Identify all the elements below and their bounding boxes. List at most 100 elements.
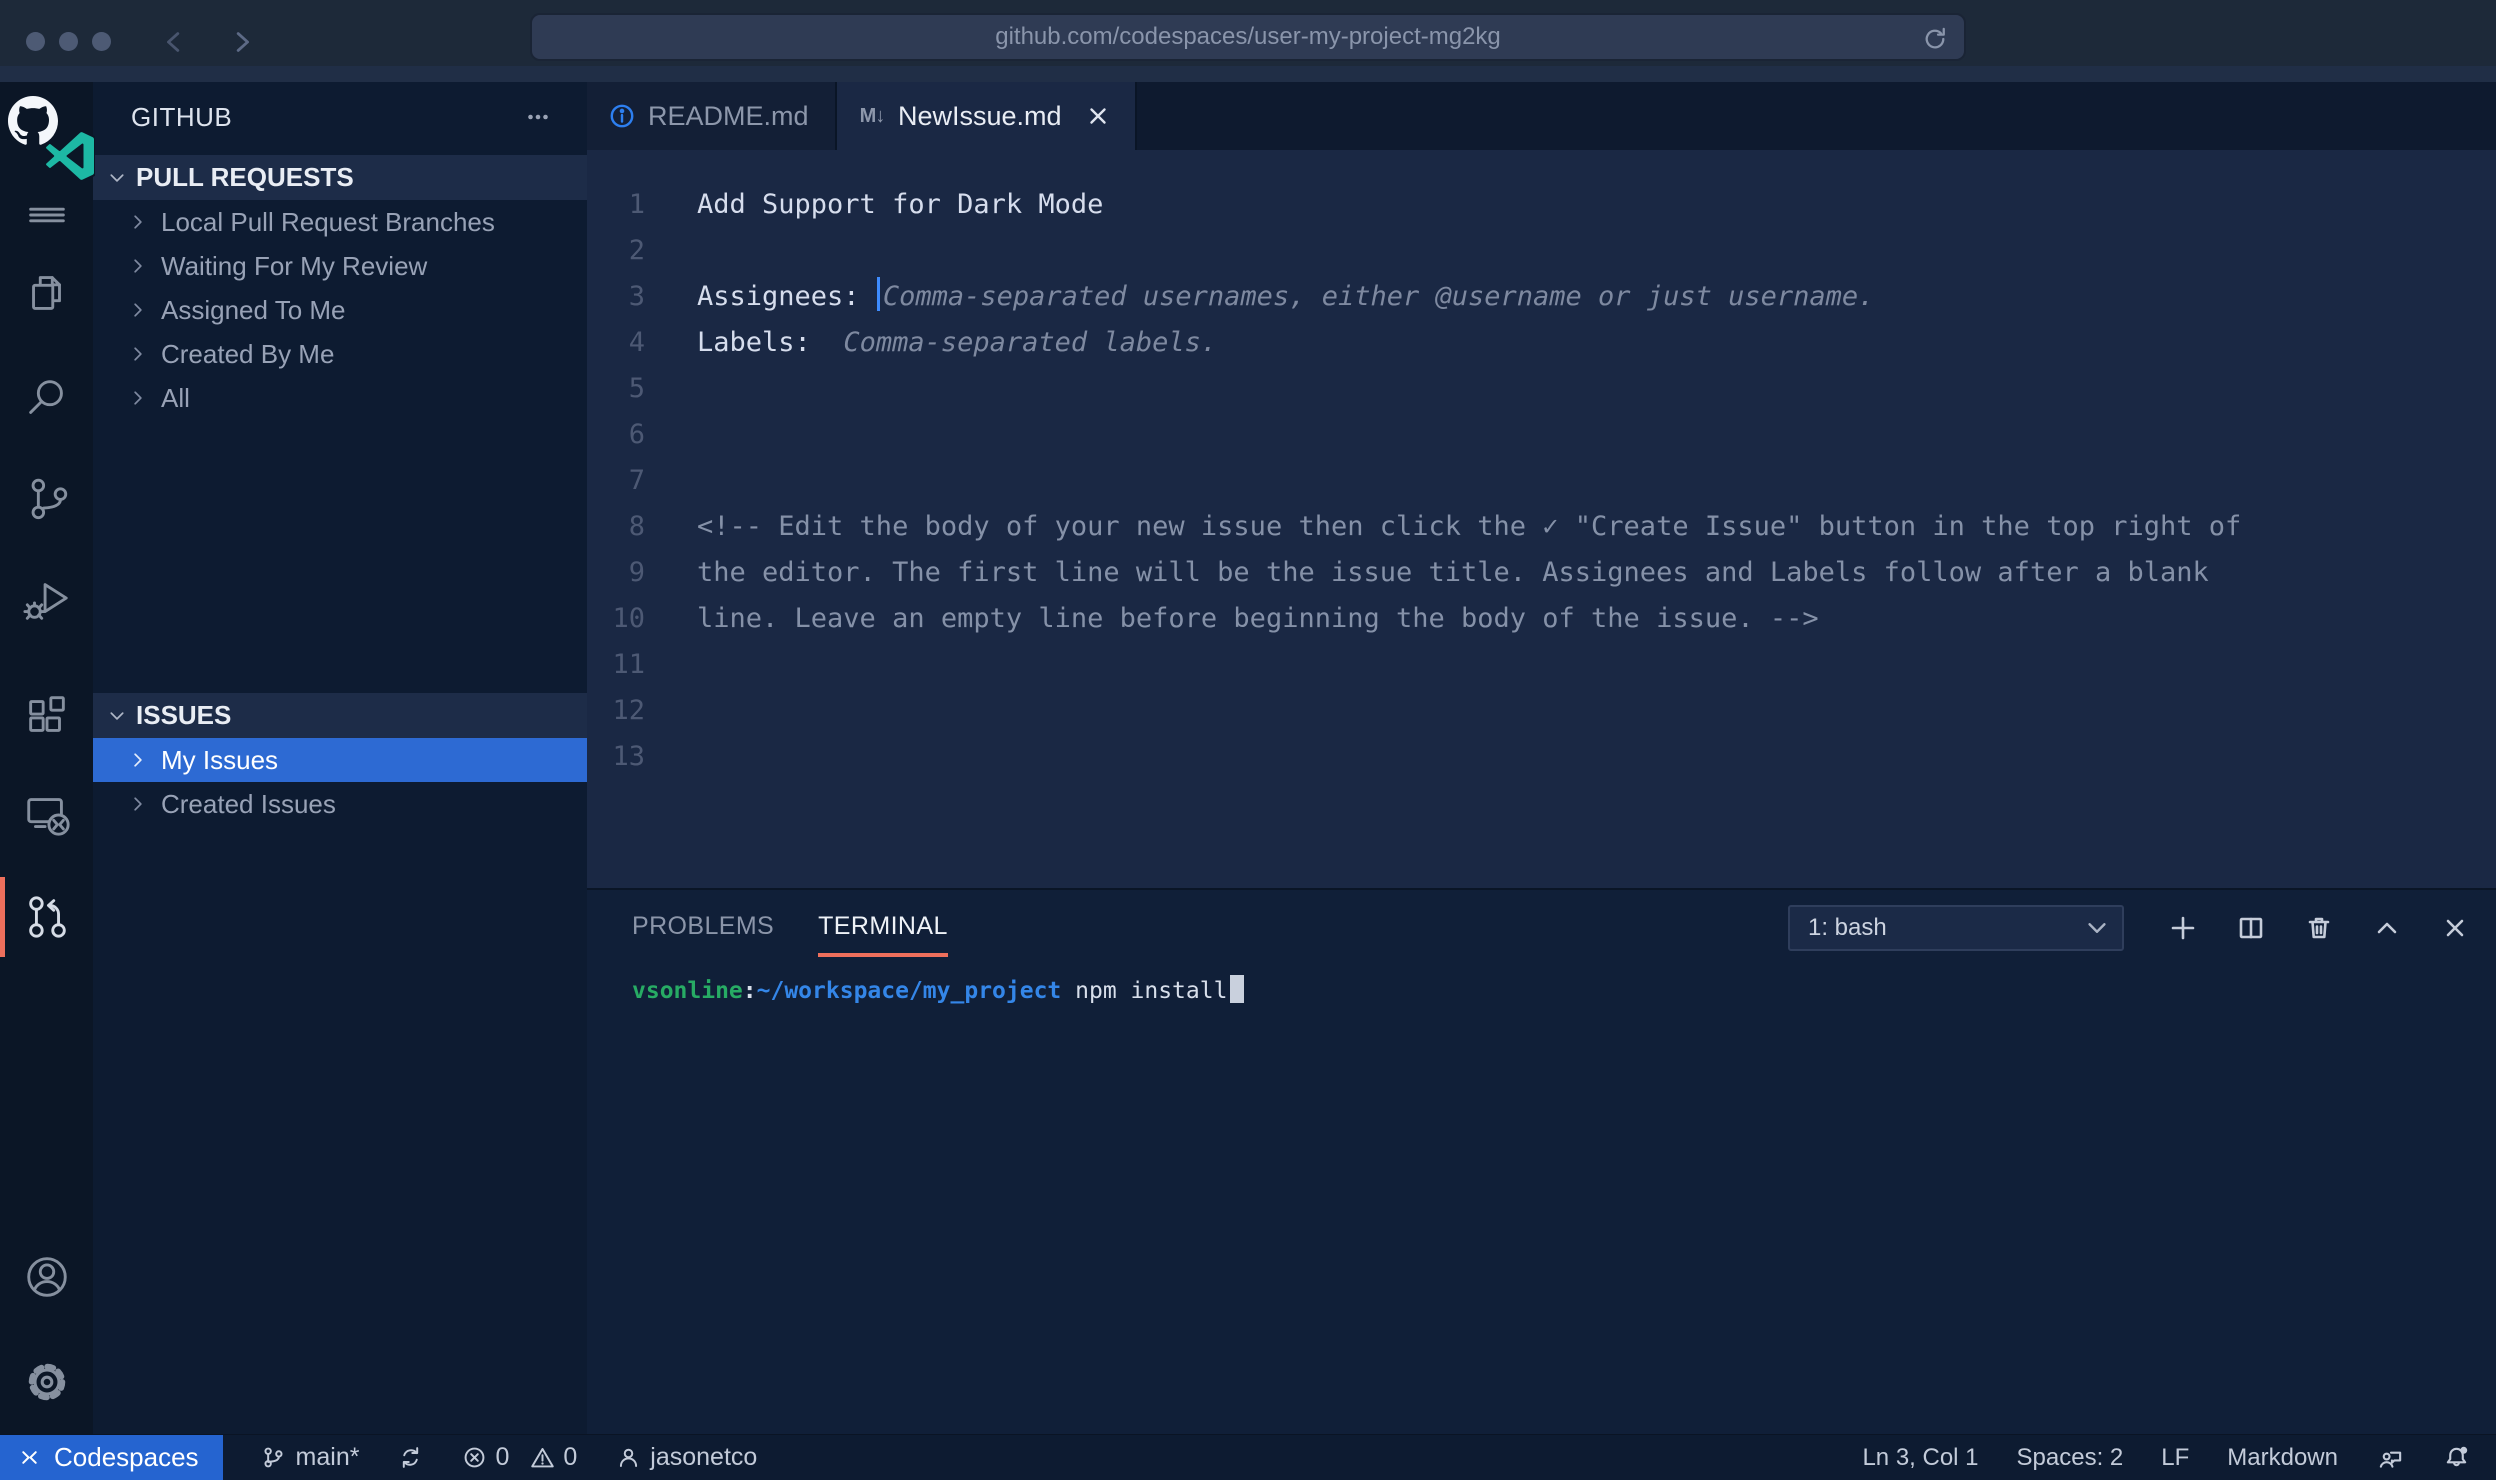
terminal-shell-select[interactable]: 1: bash	[1788, 905, 2124, 951]
editor-line-4[interactable]: 4Labels: Comma-separated labels.	[587, 320, 2496, 366]
editor-line-11[interactable]: 11	[587, 642, 2496, 688]
activity-explorer[interactable]	[0, 248, 93, 338]
activity-extensions[interactable]	[0, 670, 93, 760]
problems-status[interactable]: 0 0	[461, 1443, 577, 1472]
chevron-right-icon	[127, 211, 149, 233]
feedback-icon[interactable]	[2376, 1444, 2404, 1472]
activity-menu[interactable]	[0, 170, 93, 260]
line-content: Assignees: Comma-separated usernames, ei…	[697, 274, 1874, 320]
language-mode[interactable]: Markdown	[2227, 1444, 2338, 1472]
branch-name: main*	[296, 1443, 360, 1472]
warning-icon	[529, 1445, 555, 1471]
line-number: 6	[587, 412, 645, 458]
window-minimize-button[interactable]	[59, 32, 78, 51]
editor-line-8[interactable]: 8 <!-- Edit the body of your new issue th…	[587, 504, 2496, 550]
shell-select-value: 1: bash	[1808, 914, 1887, 942]
more-actions-icon[interactable]	[523, 102, 553, 132]
window-close-button[interactable]	[26, 32, 45, 51]
sidebar-item-waiting-for-my-review[interactable]: Waiting For My Review	[93, 244, 587, 288]
new-terminal-button[interactable]	[2168, 913, 2198, 943]
sidebar-item-created-by-me[interactable]: Created By Me	[93, 332, 587, 376]
activity-settings[interactable]	[0, 1337, 93, 1427]
files-icon	[22, 268, 72, 318]
section-header-issues[interactable]: ISSUES	[93, 693, 587, 738]
close-panel-button[interactable]	[2440, 913, 2470, 943]
sidebar-item-my-issues[interactable]: My Issues	[93, 738, 587, 782]
indentation[interactable]: Spaces: 2	[2017, 1444, 2124, 1472]
editor-line-10[interactable]: 10line. Leave an empty line before begin…	[587, 596, 2496, 642]
activity-run-debug[interactable]	[0, 555, 93, 645]
editor-line-2[interactable]: 2	[587, 228, 2496, 274]
menu-icon	[22, 190, 72, 240]
panel-tab-problems[interactable]: PROBLEMS	[632, 912, 774, 957]
sidebar-item-label: Assigned To Me	[161, 295, 346, 326]
signed-in-user[interactable]: jasonetco	[615, 1443, 757, 1472]
address-bar[interactable]: github.com/codespaces/user-my-project-mg…	[530, 13, 1966, 61]
gear-icon	[22, 1357, 72, 1407]
sidebar-item-assigned-to-me[interactable]: Assigned To Me	[93, 288, 587, 332]
editor-tab-bar: README.mdM↓NewIssue.md	[587, 82, 2496, 150]
editor-line-9[interactable]: 9the editor. The first line will be the …	[587, 550, 2496, 596]
warning-count: 0	[563, 1443, 577, 1472]
sidebar-item-label: Created Issues	[161, 789, 336, 820]
terminal-output[interactable]: vsonline:~/workspace/my_project npm inst…	[632, 975, 2496, 1004]
kill-terminal-button[interactable]	[2304, 913, 2334, 943]
editor-line-1[interactable]: 1Add Support for Dark Mode	[587, 182, 2496, 228]
sync-status[interactable]	[397, 1445, 423, 1471]
branch-status[interactable]: main*	[261, 1443, 360, 1472]
line-number: 1	[587, 182, 645, 228]
line-number: 2	[587, 228, 645, 274]
line-content: Labels: Comma-separated labels.	[697, 320, 1217, 366]
sidebar-sections: PULL REQUESTS Local Pull Request Branches…	[93, 155, 587, 826]
sidebar-item-all[interactable]: All	[93, 376, 587, 420]
line-number: 11	[587, 642, 645, 688]
codespaces-remote-button[interactable]: Codespaces	[0, 1435, 223, 1480]
line-number: 5	[587, 366, 645, 412]
sidebar-item-created-issues[interactable]: Created Issues	[93, 782, 587, 826]
section-label: ISSUES	[136, 700, 231, 731]
sidebar-item-label: All	[161, 383, 190, 414]
tab-newissue-md[interactable]: M↓NewIssue.md	[837, 82, 1137, 150]
window-zoom-button[interactable]	[92, 32, 111, 51]
editor-cursor	[877, 277, 880, 311]
split-terminal-button[interactable]	[2236, 913, 2266, 943]
activity-source-control[interactable]	[0, 453, 93, 543]
editor-line-3[interactable]: 3Assignees: Comma-separated usernames, e…	[587, 274, 2496, 320]
window-controls	[26, 32, 111, 51]
text-span-hint: Comma-separated labels.	[843, 327, 1217, 358]
editor-line-7[interactable]: 7	[587, 458, 2496, 504]
section-header-pull-requests[interactable]: PULL REQUESTS	[93, 155, 587, 200]
maximize-panel-button[interactable]	[2372, 913, 2402, 943]
activity-github-home[interactable]	[0, 90, 93, 180]
editor[interactable]: 1Add Support for Dark Mode23Assignees: C…	[587, 150, 2496, 888]
tab-readme-md[interactable]: README.md	[587, 82, 837, 150]
pull-request-icon	[22, 892, 72, 942]
activity-remote-explorer[interactable]	[0, 770, 93, 860]
editor-line-12[interactable]: 12	[587, 688, 2496, 734]
browser-back-button[interactable]	[158, 25, 192, 59]
account-icon	[22, 1252, 72, 1302]
remote-window-icon	[22, 790, 72, 840]
person-icon	[615, 1445, 641, 1471]
panel-tab-terminal[interactable]: TERMINAL	[818, 912, 948, 957]
status-bar: Codespaces main* 0 0 jasonetco Ln 3, Col…	[0, 1434, 2496, 1480]
sidebar-item-label: Local Pull Request Branches	[161, 207, 495, 238]
editor-line-6[interactable]: 6	[587, 412, 2496, 458]
activity-github-pull-requests[interactable]	[0, 872, 93, 962]
eol-indicator[interactable]: LF	[2161, 1444, 2189, 1472]
line-content: <!-- Edit the body of your new issue the…	[697, 504, 2241, 550]
line-number: 8	[587, 504, 645, 550]
browser-forward-button[interactable]	[224, 25, 258, 59]
editor-line-5[interactable]: 5	[587, 366, 2496, 412]
activity-accounts[interactable]	[0, 1232, 93, 1322]
sidebar-item-local-pull-request-branches[interactable]: Local Pull Request Branches	[93, 200, 587, 244]
cursor-position[interactable]: Ln 3, Col 1	[1862, 1444, 1978, 1472]
reload-icon[interactable]	[1920, 24, 1950, 54]
chevron-right-icon	[127, 299, 149, 321]
notifications-bell-icon[interactable]	[2442, 1444, 2470, 1472]
editor-line-13[interactable]: 13	[587, 734, 2496, 780]
text-span-hint: Comma-separated usernames, either @usern…	[883, 281, 1875, 312]
activity-search[interactable]	[0, 353, 93, 443]
search-icon	[22, 373, 72, 423]
tab-close-icon[interactable]	[1085, 103, 1111, 129]
